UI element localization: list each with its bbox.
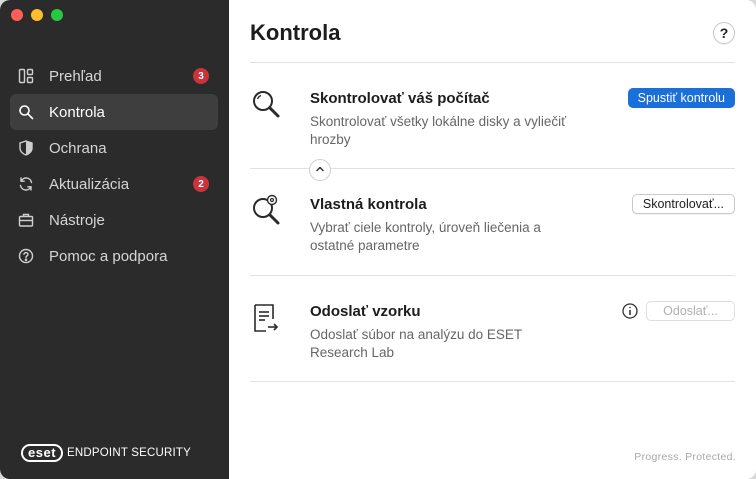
- tagline: Progress. Protected.: [634, 451, 736, 463]
- custom-scan-button[interactable]: Skontrolovať...: [631, 194, 735, 214]
- row-title: Odoslať vzorku: [310, 303, 421, 320]
- window-controls: [11, 9, 63, 21]
- row-title: Vlastná kontrola: [310, 196, 427, 213]
- sidebar-item-pomoc[interactable]: Pomoc a podpora: [10, 238, 218, 274]
- magnifier-icon: [250, 88, 284, 122]
- scan-computer-row: Skontrolovať váš počítač Skontrolovať vš…: [250, 85, 735, 165]
- submit-sample-row: Odoslať vzorku Odoslať súbor na analýzu …: [250, 298, 735, 378]
- row-description: Odoslať súbor na analýzu do ESET Researc…: [310, 327, 522, 360]
- sidebar-item-prehlad[interactable]: Prehľad 3: [10, 58, 218, 94]
- maximize-window-button[interactable]: [51, 9, 63, 21]
- sidebar-item-label: Kontrola: [49, 103, 105, 121]
- notification-badge: 3: [193, 68, 209, 84]
- refresh-icon: [17, 175, 35, 193]
- start-scan-button[interactable]: Spustiť kontrolu: [627, 88, 735, 108]
- collapse-button[interactable]: [309, 159, 331, 181]
- chevron-up-icon: [315, 161, 325, 179]
- sidebar-item-label: Nástroje: [49, 211, 105, 229]
- sidebar-item-nastroje[interactable]: Nástroje: [10, 202, 218, 238]
- sidebar-item-kontrola[interactable]: Kontrola: [10, 94, 218, 130]
- dashboard-icon: [17, 67, 35, 85]
- toolbox-icon: [17, 211, 35, 229]
- divider: [250, 62, 735, 63]
- sidebar-item-label: Aktualizácia: [49, 175, 130, 193]
- sidebar-item-label: Prehľad: [49, 67, 102, 85]
- shield-icon: [17, 139, 35, 157]
- custom-scan-row: Vlastná kontrola Vybrať ciele kontroly, …: [250, 191, 735, 271]
- eset-logo: eset ENDPOINT SECURITY: [21, 444, 191, 462]
- submit-sample-button[interactable]: Odoslať...: [646, 301, 735, 321]
- sidebar-item-ochrana[interactable]: Ochrana: [10, 130, 218, 166]
- product-name: ENDPOINT SECURITY: [67, 447, 191, 459]
- help-button[interactable]: ?: [713, 22, 735, 44]
- close-window-button[interactable]: [11, 9, 23, 21]
- main-panel: Kontrola ? Skontrolovať váš počítač Skon…: [229, 0, 756, 479]
- sidebar-item-label: Pomoc a podpora: [49, 247, 168, 265]
- minimize-window-button[interactable]: [31, 9, 43, 21]
- sidebar-item-label: Ochrana: [49, 139, 107, 157]
- custom-scan-icon: [250, 194, 284, 228]
- row-description: Skontrolovať všetky lokálne disky a vyli…: [310, 114, 567, 147]
- row-title: Skontrolovať váš počítač: [310, 90, 490, 107]
- page-title: Kontrola: [250, 20, 341, 45]
- divider: [250, 275, 735, 276]
- sidebar: Prehľad 3 Kontrola Ochrana Aktualizácia …: [0, 0, 229, 479]
- notification-badge: 2: [193, 176, 209, 192]
- divider: [250, 381, 735, 382]
- row-description: Vybrať ciele kontroly, úroveň liečenia a…: [310, 220, 541, 253]
- submit-sample-icon: [250, 301, 284, 335]
- sidebar-nav: Prehľad 3 Kontrola Ochrana Aktualizácia …: [10, 58, 218, 274]
- search-icon: [17, 103, 35, 121]
- help-circle-icon: [17, 247, 35, 265]
- eset-logo-mark: eset: [21, 444, 64, 462]
- info-icon[interactable]: [622, 303, 638, 319]
- sidebar-item-aktualizacia[interactable]: Aktualizácia 2: [10, 166, 218, 202]
- app-window: Prehľad 3 Kontrola Ochrana Aktualizácia …: [0, 0, 756, 479]
